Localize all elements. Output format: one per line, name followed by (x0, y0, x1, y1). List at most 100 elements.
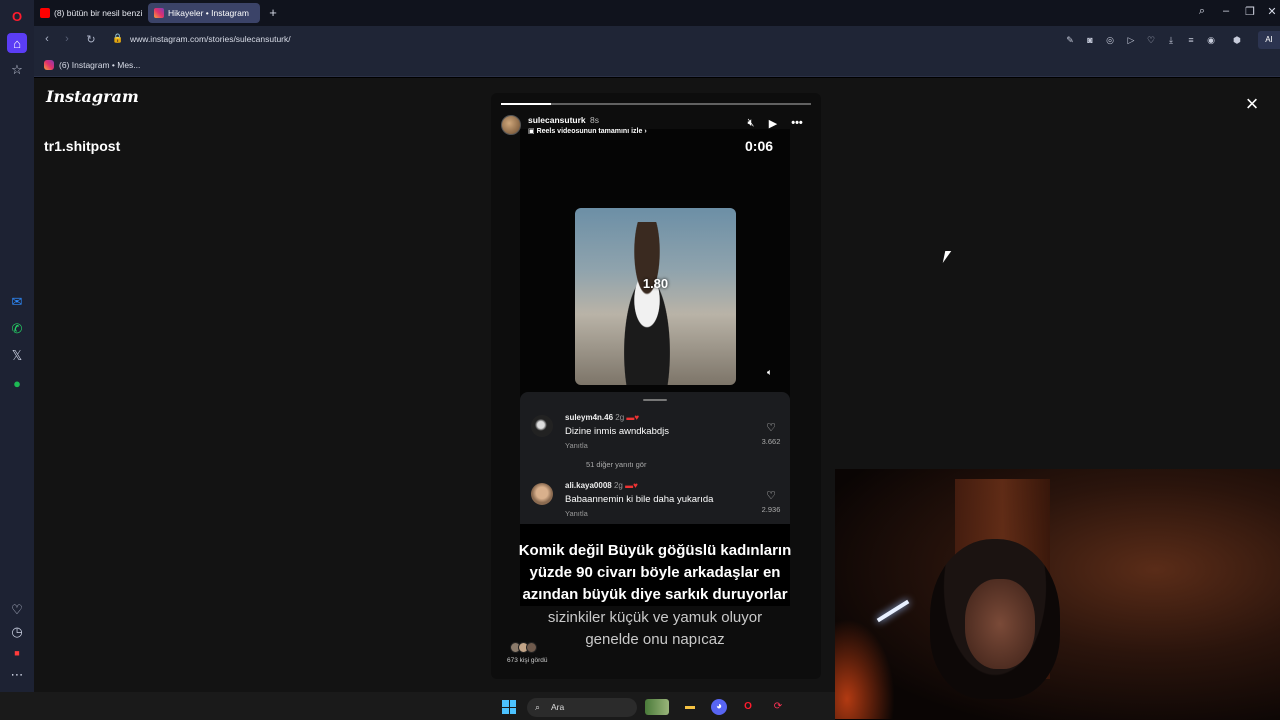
back-icon[interactable]: ‹ (40, 33, 54, 45)
webcam-overlay (835, 469, 1280, 720)
like-count: 3.662 (761, 437, 781, 446)
address-bar: ‹ › ↻ 🔒 www.instagram.com/stories/suleca… (34, 26, 1280, 54)
x-icon[interactable]: 𝕏 (7, 346, 27, 366)
profile-icon[interactable]: ◉ (1205, 34, 1217, 46)
home-icon[interactable]: ⌂ (7, 33, 27, 53)
like-icon[interactable]: ♡ (764, 421, 778, 434)
whatsapp-icon[interactable]: ✆ (7, 319, 27, 339)
comment-user[interactable]: ali.kaya0008 2g ▬♥ (565, 481, 638, 490)
reply-button[interactable]: Yanıtla (565, 441, 588, 450)
close-icon[interactable]: × (1240, 92, 1264, 116)
camera-icon[interactable]: ◙ (1084, 34, 1096, 46)
comment-text: Babaannemin ki bile daha yukarıda (565, 494, 714, 505)
comment-user[interactable]: suleym4n.46 2g ▬♥ (565, 413, 639, 422)
reply-button[interactable]: Yanıtla (565, 509, 588, 518)
forward-icon[interactable]: › (60, 33, 74, 45)
menu-icon[interactable]: ≡ (1185, 34, 1197, 46)
bookmark-instagram[interactable]: (6) Instagram • Mes... (44, 60, 140, 70)
extensions-icon[interactable]: ⬢ (1231, 34, 1243, 46)
avatar[interactable] (501, 115, 521, 135)
screen: O ⌂ ☆ ✉ ✆ 𝕏 ● ♡ ◷ ■ ⋯ (8) bütün bir nesi… (0, 0, 1280, 720)
caption-line: genelde onu napıcaz (585, 631, 725, 648)
webcam-face (965, 579, 1035, 669)
volume-icon[interactable]: 🔈︎ (767, 367, 772, 378)
instagram-icon (44, 60, 54, 70)
flag-icon: ▬♥ (625, 481, 638, 490)
edit-icon[interactable]: ✎ (1064, 34, 1076, 46)
like-icon[interactable]: ♡ (764, 489, 778, 502)
windows-taskbar (0, 692, 835, 720)
video-time: 0:06 (745, 138, 774, 154)
spotify-icon[interactable]: ● (7, 373, 27, 393)
opera-logo-icon[interactable]: O (7, 6, 27, 26)
search-icon[interactable]: ⌕ (1194, 5, 1210, 18)
taskbar-search[interactable]: ⌕ Ara (527, 698, 637, 717)
comment-time: 2g (615, 413, 625, 422)
video-title: tr1.shitpost (44, 138, 121, 154)
comment-text: Dizine inmis awndkabdjs (565, 426, 670, 437)
thumbnail-person (607, 222, 687, 385)
ai-button[interactable]: AI (1258, 31, 1280, 49)
bookmark-label: (6) Instagram • Mes... (59, 60, 141, 70)
star-icon[interactable]: ☆ (7, 60, 27, 80)
reels-link-label: Reels videosunun tamamını izle (536, 128, 643, 135)
story-progress-fill (501, 103, 551, 105)
avatar (526, 642, 537, 653)
tab-bar: (8) bütün bir nesil benzin Hikayeler • I… (34, 0, 1280, 26)
reels-link[interactable]: ▣ Reels videosunun tamamını izle › (528, 127, 647, 135)
caption-line: yüzde 90 civarı böyle arkadaşlar en (529, 564, 781, 581)
story-username[interactable]: sulecansuturk (528, 115, 586, 125)
more-options-icon[interactable]: ••• (790, 117, 804, 129)
more-icon[interactable]: ⋯ (7, 665, 27, 685)
widgets-icon[interactable] (645, 699, 669, 715)
viewer-count[interactable]: 673 kişi gördü (507, 657, 547, 664)
new-tab-icon[interactable]: + (266, 6, 280, 20)
minimize-icon[interactable]: – (1218, 5, 1234, 17)
caption-line: azından büyük diye sarkık duruyorlar (522, 586, 788, 603)
avatar[interactable] (531, 483, 553, 505)
windows-start-icon[interactable] (502, 700, 516, 714)
download-icon[interactable]: ⤓ (1165, 34, 1177, 46)
taskbar-search-label: Ara (551, 702, 565, 712)
youtube-icon (40, 8, 50, 18)
url-field[interactable]: www.instagram.com/stories/sulecansuturk/ (130, 34, 291, 44)
like-count: 2.936 (761, 505, 781, 514)
thumbnail-label: 1.80 (642, 276, 669, 291)
viewer-avatars[interactable] (510, 642, 546, 654)
heart-outline-icon[interactable]: ♡ (1145, 34, 1157, 46)
heart-icon[interactable]: ♡ (7, 600, 27, 620)
tab-youtube[interactable]: (8) bütün bir nesil benzin (34, 3, 142, 23)
story-progress-bar (501, 103, 811, 105)
play-icon[interactable]: ▷ (1125, 34, 1137, 46)
flag-icon: ▬♥ (626, 413, 640, 422)
reels-icon: ▣ (528, 128, 537, 135)
story-time: 8s (590, 115, 599, 125)
avatar[interactable] (531, 415, 553, 437)
more-replies-link[interactable]: 51 diğer yanıtı gör (586, 460, 646, 469)
mute-icon[interactable]: 🔇︎ (744, 117, 758, 130)
lock-icon: 🔒 (112, 33, 124, 43)
caption-line: Komik değil Büyük göğüslü kadınların (518, 542, 792, 559)
drag-handle[interactable] (643, 399, 667, 401)
file-explorer-icon[interactable]: ▬ (682, 699, 698, 715)
comment-username: suleym4n.46 (565, 413, 614, 422)
video-thumbnail[interactable]: 1.80 (575, 208, 736, 385)
opera-gx-icon[interactable]: ⟳ (770, 699, 786, 715)
close-window-icon[interactable]: ✕ (1264, 5, 1280, 18)
comment-time: 2g (613, 481, 623, 490)
ublock-icon[interactable]: ■ (7, 643, 27, 663)
webcam-lamp (835, 619, 895, 719)
play-icon[interactable]: ▶ (766, 117, 780, 130)
restore-icon[interactable]: ❐ (1242, 5, 1258, 18)
history-icon[interactable]: ◷ (7, 622, 27, 642)
discord-icon[interactable]: ◕ (711, 699, 727, 715)
tab-label: Hikayeler • Instagram (168, 8, 249, 18)
instagram-logo[interactable]: Instagram (46, 87, 139, 106)
opera-icon[interactable]: O (740, 699, 756, 715)
tab-label: (8) bütün bir nesil benzin (54, 8, 142, 18)
messenger-icon[interactable]: ✉ (7, 292, 27, 312)
reload-icon[interactable]: ↻ (84, 33, 98, 46)
bookmark-bar: (6) Instagram • Mes... (34, 54, 1280, 77)
shield-icon[interactable]: ◎ (1104, 34, 1116, 46)
tab-instagram[interactable]: Hikayeler • Instagram (148, 3, 260, 23)
